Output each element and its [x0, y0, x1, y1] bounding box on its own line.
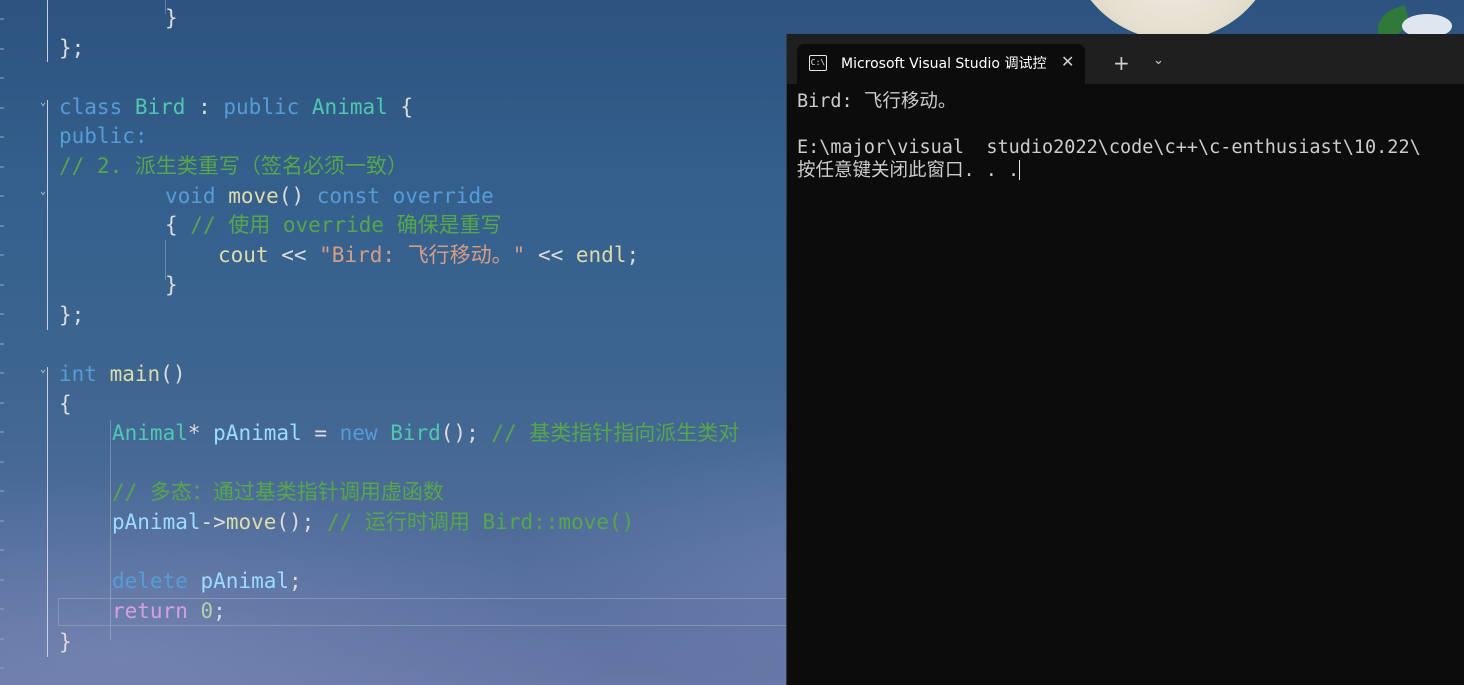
- gutter-mark: [0, 225, 4, 227]
- fold-chevron-icon[interactable]: ⌄: [40, 365, 48, 375]
- fold-chevron-icon[interactable]: ⌄: [40, 187, 48, 197]
- terminal-tab[interactable]: C:\ Microsoft Visual Studio 调试控 ✕: [797, 44, 1085, 84]
- code-line[interactable]: cout << "Bird: 飞行移动。" << endl;: [218, 241, 639, 270]
- output-line: Bird: 飞行移动。: [797, 91, 957, 112]
- gutter-mark: [0, 284, 4, 286]
- output-line: ​: [797, 113, 1421, 136]
- code-line[interactable]: delete pAnimal;: [112, 567, 302, 596]
- debug-console-window[interactable]: C:\ Microsoft Visual Studio 调试控 ✕ + ⌄ Bi…: [786, 34, 1464, 685]
- gutter-mark: [0, 166, 4, 168]
- gutter-mark: [0, 431, 4, 433]
- gutter-mark: [0, 608, 4, 610]
- close-icon[interactable]: ✕: [1061, 52, 1074, 71]
- gutter-mark: [0, 667, 4, 669]
- code-line[interactable]: return 0;: [112, 597, 226, 626]
- code-line[interactable]: int main(): [59, 360, 185, 389]
- terminal-tab-bar: C:\ Microsoft Visual Studio 调试控 ✕ + ⌄: [787, 34, 1464, 84]
- tab-title: Microsoft Visual Studio 调试控: [841, 56, 1047, 72]
- code-line[interactable]: };: [59, 34, 84, 63]
- gutter-mark: [0, 77, 4, 79]
- code-line[interactable]: }: [165, 4, 178, 33]
- gutter-mark: [0, 372, 4, 374]
- code-line[interactable]: };: [59, 301, 84, 330]
- code-line[interactable]: pAnimal->move(); // 运行时调用 Bird::move(): [112, 508, 634, 537]
- add-tab-button[interactable]: +: [1113, 51, 1130, 75]
- gutter-mark: [0, 254, 4, 256]
- gutter-mark: [0, 195, 4, 197]
- gutter-mark: [0, 136, 4, 138]
- code-line[interactable]: { // 使用 override 确保是重写: [165, 211, 502, 240]
- code-line[interactable]: {: [59, 390, 72, 419]
- fold-chevron-icon[interactable]: ⌄: [40, 98, 48, 108]
- code-line[interactable]: }: [59, 628, 72, 657]
- code-line[interactable]: Animal* pAnimal = new Bird(); // 基类指针指向派…: [112, 419, 739, 448]
- output-line: E:\major\visual studio2022\code\c++\c-en…: [797, 137, 1421, 158]
- code-line[interactable]: // 多态：通过基类指针调用虚函数: [112, 478, 444, 507]
- code-line[interactable]: }: [165, 271, 178, 300]
- code-line[interactable]: // 2. 派生类重写（签名必须一致）: [59, 152, 408, 181]
- gutter-mark: [0, 579, 4, 581]
- console-icon: C:\: [809, 55, 827, 71]
- gutter-mark: [0, 343, 4, 345]
- gutter-mark: [0, 402, 4, 404]
- console-output[interactable]: Bird: 飞行移动。​E:\major\visual studio2022\c…: [797, 90, 1421, 182]
- code-line[interactable]: class Bird : public Animal {: [59, 93, 413, 122]
- gutter-mark: [0, 18, 4, 20]
- gutter-mark: [0, 461, 4, 463]
- gutter-mark: [0, 107, 4, 109]
- gutter-mark: [0, 313, 4, 315]
- gutter-mark: [0, 48, 4, 50]
- gutter-mark: [0, 520, 4, 522]
- gutter-mark: [0, 638, 4, 640]
- chevron-down-icon[interactable]: ⌄: [1153, 53, 1164, 68]
- gutter-mark: [0, 490, 4, 492]
- text-cursor: [1019, 160, 1021, 180]
- gutter-mark: [0, 549, 4, 551]
- code-line[interactable]: void move() const override: [165, 182, 494, 211]
- output-line-prompt: 按任意键关闭此窗口. . .: [797, 160, 1021, 181]
- code-line[interactable]: public:: [59, 122, 148, 151]
- code-editor[interactable]: } }; ⌄ class Bird : public Animal { publ…: [0, 0, 790, 685]
